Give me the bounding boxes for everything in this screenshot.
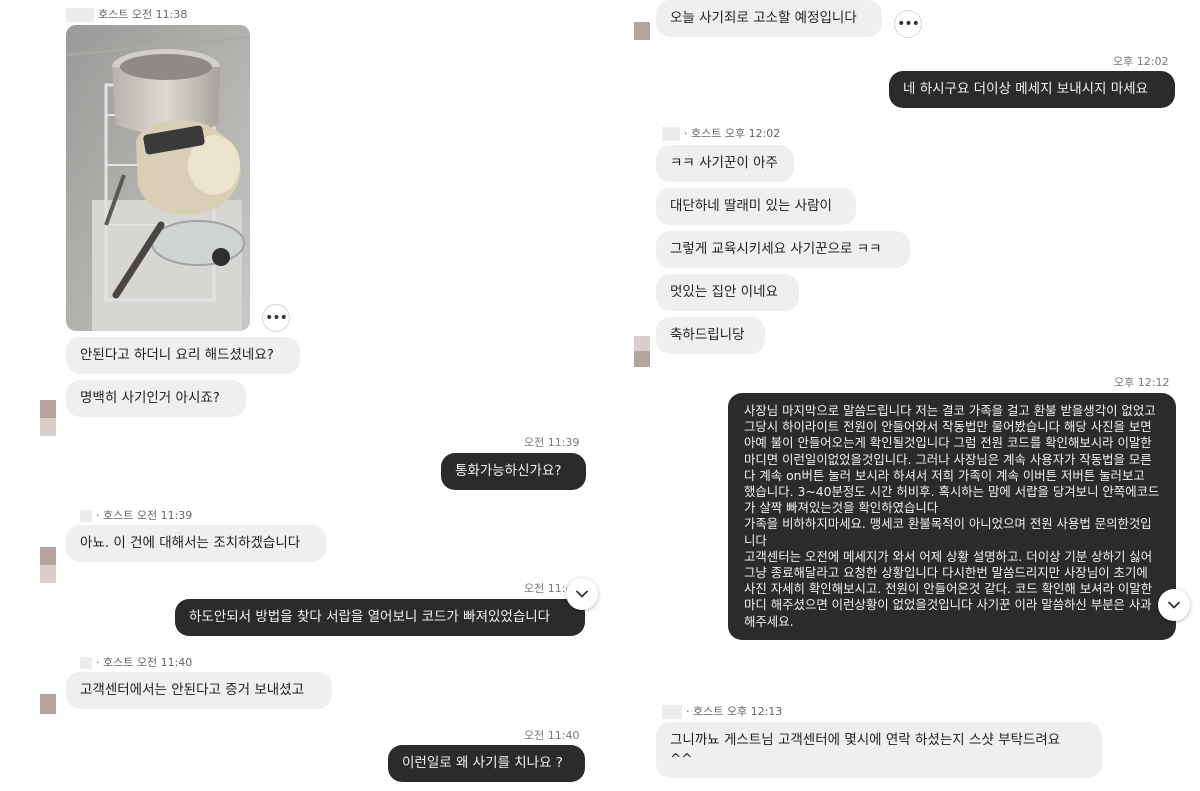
chat-panel-right: 오늘 사기죄로 고소할 예정입니다 ••• 오후 12:02 네 하시구요 더이… <box>600 0 1200 791</box>
message-bubble-incoming: 오늘 사기죄로 고소할 예정입니다 <box>656 0 882 37</box>
avatar <box>634 351 650 367</box>
avatar <box>634 336 650 351</box>
avatar <box>40 547 56 565</box>
message-time: 오후 12:12 <box>1114 376 1170 389</box>
host-name-blur <box>66 8 94 22</box>
scroll-to-bottom-button[interactable] <box>1158 589 1190 621</box>
message-bubble-outgoing: 이런일로 왜 사기를 치나요 ? <box>388 745 585 782</box>
photo-more-button[interactable]: ••• <box>262 304 290 332</box>
host-meta: · 호스트 오전 11:39 <box>80 507 192 523</box>
avatar <box>40 694 56 714</box>
host-name-blur <box>662 705 682 719</box>
chat-panel-left: 호스트 오전 11:38 ••• 안된다고 하더니 요리 해드셨네요? 명백히 … <box>0 0 600 791</box>
avatar <box>634 22 650 40</box>
avatar <box>40 565 56 583</box>
scroll-to-bottom-button[interactable] <box>566 578 598 610</box>
message-bubble-incoming: 멋있는 집안 이네요 <box>656 274 799 311</box>
host-meta: 호스트 오전 11:38 <box>66 6 187 22</box>
message-bubble-outgoing: 하도안되서 방법을 찾다 서랍을 열어보니 코드가 빠져있었습니다 <box>175 599 585 636</box>
message-bubble-incoming: 대단하네 딸래미 있는 사람이 <box>656 188 856 225</box>
message-bubble-outgoing: 사장님 마지막으로 말씀드립니다 저는 결코 가족을 걸고 환불 받을생각이 없… <box>728 393 1176 640</box>
host-name-blur <box>662 127 680 141</box>
message-bubble-outgoing: 네 하시구요 더이상 메세지 보내시지 마세요 <box>889 71 1175 108</box>
message-bubble-incoming: 그렇게 교육시키세요 사기꾼으로 ㅋㅋ <box>656 231 910 268</box>
message-bubble-outgoing: 통화가능하신가요? <box>441 453 586 490</box>
message-bubble-incoming: 고객센터에서는 안된다고 증거 보내셨고 <box>66 672 332 709</box>
host-name-blur <box>80 657 92 669</box>
avatar <box>40 400 56 418</box>
message-bubble-incoming: 축하드립니당 <box>656 317 765 354</box>
message-time: 오전 11:39 <box>524 436 580 449</box>
message-time: 오후 12:02 <box>1113 55 1169 68</box>
avatar <box>40 418 56 436</box>
message-bubble-incoming: 명백히 사기인거 아시죠? <box>66 380 246 417</box>
message-bubble-incoming: ㅋㅋ 사기꾼이 아주 <box>656 145 794 182</box>
message-time: 오전 11:40 <box>524 729 580 742</box>
message-bubble-incoming: 그니까뇨 게스트님 고객센터에 몇시에 연락 하셨는지 스샷 부탁드려요 ^^ <box>656 722 1102 778</box>
host-meta: · 호스트 오전 11:40 <box>80 654 192 670</box>
host-meta: · 호스트 오후 12:02 <box>662 125 780 141</box>
chevron-down-icon <box>1168 601 1180 609</box>
dish-rack-photo[interactable] <box>66 25 250 331</box>
message-more-button[interactable]: ••• <box>894 10 922 38</box>
message-bubble-incoming: 안된다고 하더니 요리 해드셨네요? <box>66 337 300 374</box>
chevron-down-icon <box>576 590 588 598</box>
host-meta: · 호스트 오후 12:13 <box>662 703 782 719</box>
dish-rack-photo-image <box>66 25 250 331</box>
message-bubble-incoming: 아뇨. 이 건에 대해서는 조치하겠습니다 <box>66 525 326 562</box>
host-name-blur <box>80 510 92 522</box>
